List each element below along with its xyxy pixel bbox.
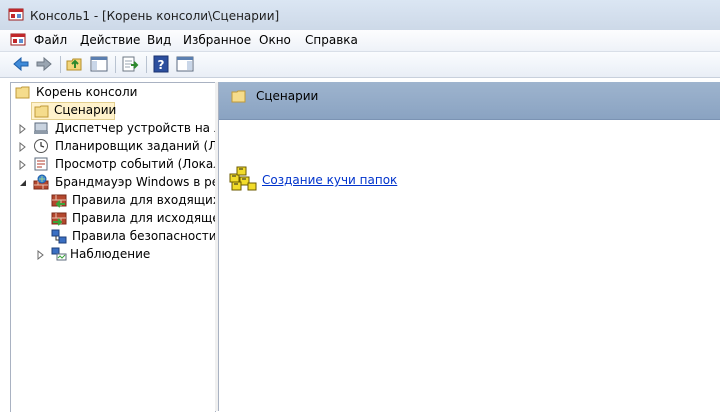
menu-bar: Файл Действие Вид Избранное Окно Справка: [0, 30, 720, 52]
event-viewer-icon: [34, 157, 48, 171]
results-pane-title: Сценарии: [256, 89, 319, 103]
results-pane: Сценарии Создание кучи папок: [218, 82, 720, 411]
forward-arrow-icon[interactable]: [34, 54, 54, 74]
menu-file[interactable]: Файл: [34, 33, 67, 47]
tree-item-label: Правила безопасности по: [72, 229, 216, 243]
tree-item-scenarios[interactable]: Сценарии: [31, 102, 117, 120]
tree-item-connection-security-rules[interactable]: Правила безопасности по: [51, 228, 216, 246]
toolbar-separator: [115, 56, 116, 73]
console-tree[interactable]: Корень консоли Сценарии Диспетчер устрой…: [10, 82, 216, 412]
up-one-level-icon[interactable]: [65, 54, 85, 74]
menu-action[interactable]: Действие: [80, 33, 140, 47]
connection-security-icon: [51, 229, 67, 244]
expand-arrow-icon[interactable]: [19, 142, 27, 152]
device-manager-icon: [34, 122, 48, 134]
svg-text:?: ?: [158, 58, 165, 72]
tree-item-label: Просмотр событий (Локальн: [55, 157, 215, 171]
task-link-create-folders[interactable]: Создание кучи папок: [262, 173, 397, 187]
folder-icon: [15, 86, 30, 99]
firewall-icon: [33, 174, 49, 190]
tree-item-label: Брандмауэр Windows в режи: [55, 175, 215, 189]
tree-item-label: Планировщик заданий (Лока: [55, 139, 216, 153]
tree-item-console-root[interactable]: Корень консоли: [15, 84, 211, 102]
show-hide-action-pane-icon[interactable]: [175, 54, 195, 74]
show-hide-tree-icon[interactable]: [89, 54, 109, 74]
mmc-console-icon: [8, 8, 24, 21]
toolbar-separator: [60, 56, 61, 73]
monitoring-icon: [51, 247, 67, 261]
folder-icon: [231, 90, 246, 103]
tree-item-label: Сценарии: [54, 103, 117, 117]
tree-item-inbound-rules[interactable]: Правила для входящих по: [51, 192, 216, 210]
toolbar-separator: [146, 56, 147, 73]
tree-item-event-viewer[interactable]: Просмотр событий (Локальн: [19, 156, 215, 174]
expand-arrow-icon[interactable]: [19, 160, 27, 170]
tree-item-device-manager[interactable]: Диспетчер устройств на лока: [19, 120, 215, 138]
console-menu-icon[interactable]: [10, 32, 26, 48]
collapse-arrow-icon[interactable]: [19, 178, 27, 188]
window-title: Консоль1 - [Корень консоли\Сценарии]: [30, 9, 280, 23]
clock-icon: [34, 139, 48, 153]
outbound-rules-icon: [51, 212, 67, 226]
tree-item-label: Наблюдение: [70, 247, 151, 261]
back-arrow-icon[interactable]: [11, 54, 31, 74]
expand-arrow-icon[interactable]: [37, 250, 45, 260]
tree-item-label: Правила для исходящего: [72, 211, 215, 225]
tree-item-label: Диспетчер устройств на лока: [55, 121, 215, 135]
tree-item-label: Правила для входящих по: [72, 193, 216, 207]
menu-favorites[interactable]: Избранное: [183, 33, 251, 47]
toolbar: ?: [0, 52, 720, 78]
tree-item-monitoring[interactable]: Наблюдение: [37, 246, 215, 264]
tree-item-outbound-rules[interactable]: Правила для исходящего: [51, 210, 215, 228]
tree-item-task-scheduler[interactable]: Планировщик заданий (Лока: [19, 138, 215, 156]
inbound-rules-icon: [51, 194, 67, 208]
expand-arrow-icon[interactable]: [19, 124, 27, 134]
tree-item-firewall[interactable]: Брандмауэр Windows в режи: [19, 174, 215, 192]
menu-view[interactable]: Вид: [147, 33, 171, 47]
menu-help[interactable]: Справка: [305, 33, 358, 47]
help-icon[interactable]: ?: [151, 54, 171, 74]
folder-icon: [34, 105, 49, 118]
export-list-icon[interactable]: [120, 54, 140, 74]
results-pane-header: Сценарии: [219, 82, 720, 120]
tree-item-label: Корень консоли: [36, 85, 138, 99]
batch-task-icon[interactable]: [228, 164, 258, 192]
title-bar: Консоль1 - [Корень консоли\Сценарии]: [0, 0, 720, 30]
menu-window[interactable]: Окно: [259, 33, 291, 47]
